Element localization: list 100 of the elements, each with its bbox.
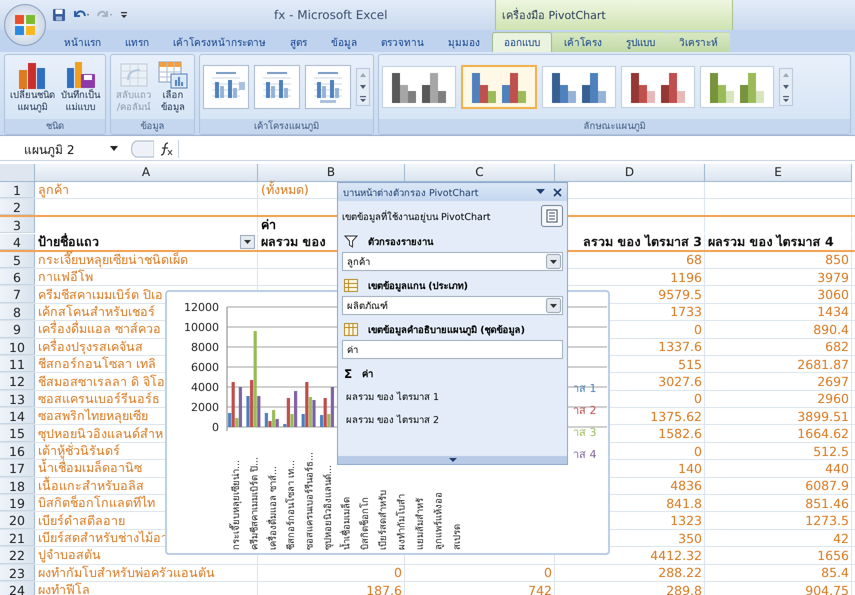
row-header[interactable]: 22 xyxy=(0,547,35,564)
row-header[interactable]: 19 xyxy=(0,495,35,512)
value-field-item[interactable]: ผลรวม ของ ไตรมาส 1 xyxy=(342,389,563,404)
ribbon-button[interactable]: เลือก ข้อมูล xyxy=(155,59,191,115)
row-header[interactable]: 9 xyxy=(0,321,35,338)
row-header[interactable]: 24 xyxy=(0,582,35,595)
more-icon[interactable] xyxy=(358,95,368,103)
chart-style-thumbnail[interactable] xyxy=(700,66,774,108)
chart-style-thumbnail[interactable] xyxy=(382,66,456,108)
row-header[interactable]: 1 xyxy=(0,182,35,198)
ribbon-tab[interactable]: สูตร xyxy=(278,32,319,52)
category-label: ซุปหอยนิวอิงแลนด์... xyxy=(323,464,334,550)
ribbon-tab[interactable]: มุมมอง xyxy=(436,32,492,52)
row-header[interactable]: 16 xyxy=(0,442,35,460)
row-header[interactable]: 8 xyxy=(0,304,35,320)
table-cell-text: บิสกิตช็อกโกแลตทีไท xyxy=(38,494,155,512)
function-icon[interactable] xyxy=(158,141,174,157)
chart-style-thumbnail[interactable] xyxy=(621,66,695,108)
table-cell: 68 xyxy=(686,252,702,268)
ribbon-tab[interactable]: ข้อมูล xyxy=(319,32,369,52)
layout-thumbnail[interactable] xyxy=(203,65,249,109)
scroll-down-icon[interactable] xyxy=(358,83,368,91)
table-cell: 6087.9 xyxy=(805,478,849,494)
table-cell: 1273.5 xyxy=(805,513,849,528)
row-header[interactable]: 14 xyxy=(0,408,35,424)
ribbon-tab[interactable]: แทรก xyxy=(113,32,161,52)
group-label: ลักษณะแผนภูมิ xyxy=(379,119,850,134)
table-cell: 289.8 xyxy=(666,582,702,595)
row-header[interactable]: 5 xyxy=(0,252,35,268)
table-cell: 904.75 xyxy=(805,582,849,595)
field-box[interactable]: ค่า xyxy=(342,340,563,359)
customize-caret-icon[interactable] xyxy=(120,10,128,20)
table-cell-text: ผงทำกัมโบสำหรับพ่อครัวแอนตัน xyxy=(38,564,215,582)
more-icon[interactable] xyxy=(781,95,791,103)
ribbon-tab[interactable]: รูปแบบ xyxy=(614,32,667,52)
field-box[interactable]: ผลิตภัณฑ์ xyxy=(342,296,563,315)
column-header[interactable]: B xyxy=(258,164,405,182)
office-logo xyxy=(14,14,36,36)
column-header[interactable]: D xyxy=(555,164,705,182)
row-header[interactable]: 6 xyxy=(0,268,35,286)
close-icon[interactable] xyxy=(553,188,562,196)
layout-thumbnail[interactable] xyxy=(254,65,300,109)
ribbon-tab[interactable]: วิเคราะห์ xyxy=(667,32,730,52)
table-cell-text: ชีสกอร์กอนโซลา เทลิ xyxy=(38,355,156,374)
field-box[interactable]: ลูกค้า xyxy=(342,252,563,271)
legend-label: าส 2 xyxy=(573,404,596,417)
table-cell-text: ค่า xyxy=(261,216,276,234)
table-cell: 85.4 xyxy=(821,565,849,580)
filter-dropdown-icon[interactable] xyxy=(240,234,255,249)
ribbon-tab[interactable]: เค้าโครง xyxy=(552,32,614,52)
column-header[interactable]: C xyxy=(405,164,555,182)
row-header[interactable]: 12 xyxy=(0,373,35,390)
row-header[interactable]: 18 xyxy=(0,478,35,494)
table-cell: 0 xyxy=(694,444,702,459)
row-header[interactable]: 23 xyxy=(0,564,35,581)
row-header[interactable]: 7 xyxy=(0,286,35,303)
table-cell-text: กาแฟอีโพ xyxy=(38,268,93,286)
section-label: เขตข้อมูลแกน (ประเภท) xyxy=(368,280,468,293)
group-label: ชนิด xyxy=(5,119,105,134)
row-header[interactable]: 13 xyxy=(0,390,35,408)
ribbon-tab[interactable]: ออกแบบ xyxy=(492,32,552,52)
table-cell: 1582.6 xyxy=(658,426,702,442)
ribbon-tab[interactable]: หน้าแรก xyxy=(52,32,113,52)
ribbon-button[interactable]: บันทึกเป็น แม่แบบ xyxy=(59,59,102,115)
row-header[interactable]: 17 xyxy=(0,460,35,477)
table-cell-text: ซอสแครนเบอร์รีนอร์ธ xyxy=(38,390,160,408)
row-header[interactable]: 3 xyxy=(0,216,35,234)
sigma-icon: Σ xyxy=(344,366,352,380)
table-cell-text: ซอสพริกไทยหลุยเซีย xyxy=(38,407,148,426)
field-list-button[interactable] xyxy=(541,205,563,227)
row-header[interactable]: 20 xyxy=(0,512,35,529)
row-header[interactable]: 2 xyxy=(0,199,35,215)
layout-thumbnail[interactable] xyxy=(305,65,351,109)
table-cell: 0 xyxy=(544,565,552,580)
name-box[interactable]: แผนภูมิ 2 xyxy=(4,140,124,158)
ribbon-button[interactable]: เปลี่ยนชนิด แผนภูมิ xyxy=(8,59,57,115)
section-label: เขตข้อมูลคำอธิบายแผนภูมิ (ชุดข้อมูล) xyxy=(368,324,525,337)
row-header[interactable]: 21 xyxy=(0,530,35,546)
scroll-down-icon[interactable] xyxy=(781,83,791,91)
chart-style-thumbnail[interactable] xyxy=(542,66,616,108)
table-cell: 850 xyxy=(825,252,849,268)
row-header[interactable]: 4 xyxy=(0,234,35,250)
pane-title: บานหน้าต่างตัวกรอง PivotChart xyxy=(343,186,480,200)
column-header[interactable]: E xyxy=(705,164,852,182)
row-header[interactable]: 15 xyxy=(0,425,35,442)
table-cell-text: เนื้อแกะสำหรับอลิส xyxy=(38,476,144,495)
value-field-item[interactable]: ผลรวม ของ ไตรมาส 2 xyxy=(342,412,563,427)
row-header[interactable]: 10 xyxy=(0,338,35,355)
save-icon[interactable] xyxy=(52,8,66,22)
chart-style-thumbnail[interactable] xyxy=(461,65,537,109)
table-cell: 3899.51 xyxy=(797,408,849,424)
table-cell: 288.22 xyxy=(658,565,702,580)
table-cell-text: เครื่องดื่มแอล ซาส์ควอ xyxy=(38,319,161,338)
table-cell: 851.46 xyxy=(805,496,849,511)
ribbon-tab[interactable]: เค้าโครงหน้ากระดาษ xyxy=(161,32,278,52)
pane-menu-caret-icon[interactable] xyxy=(536,189,545,195)
column-header[interactable]: A xyxy=(35,164,258,182)
pane-scroll-bar[interactable] xyxy=(338,456,567,464)
ribbon-tab[interactable]: ตรวจทาน xyxy=(369,32,436,52)
row-header[interactable]: 11 xyxy=(0,356,35,372)
